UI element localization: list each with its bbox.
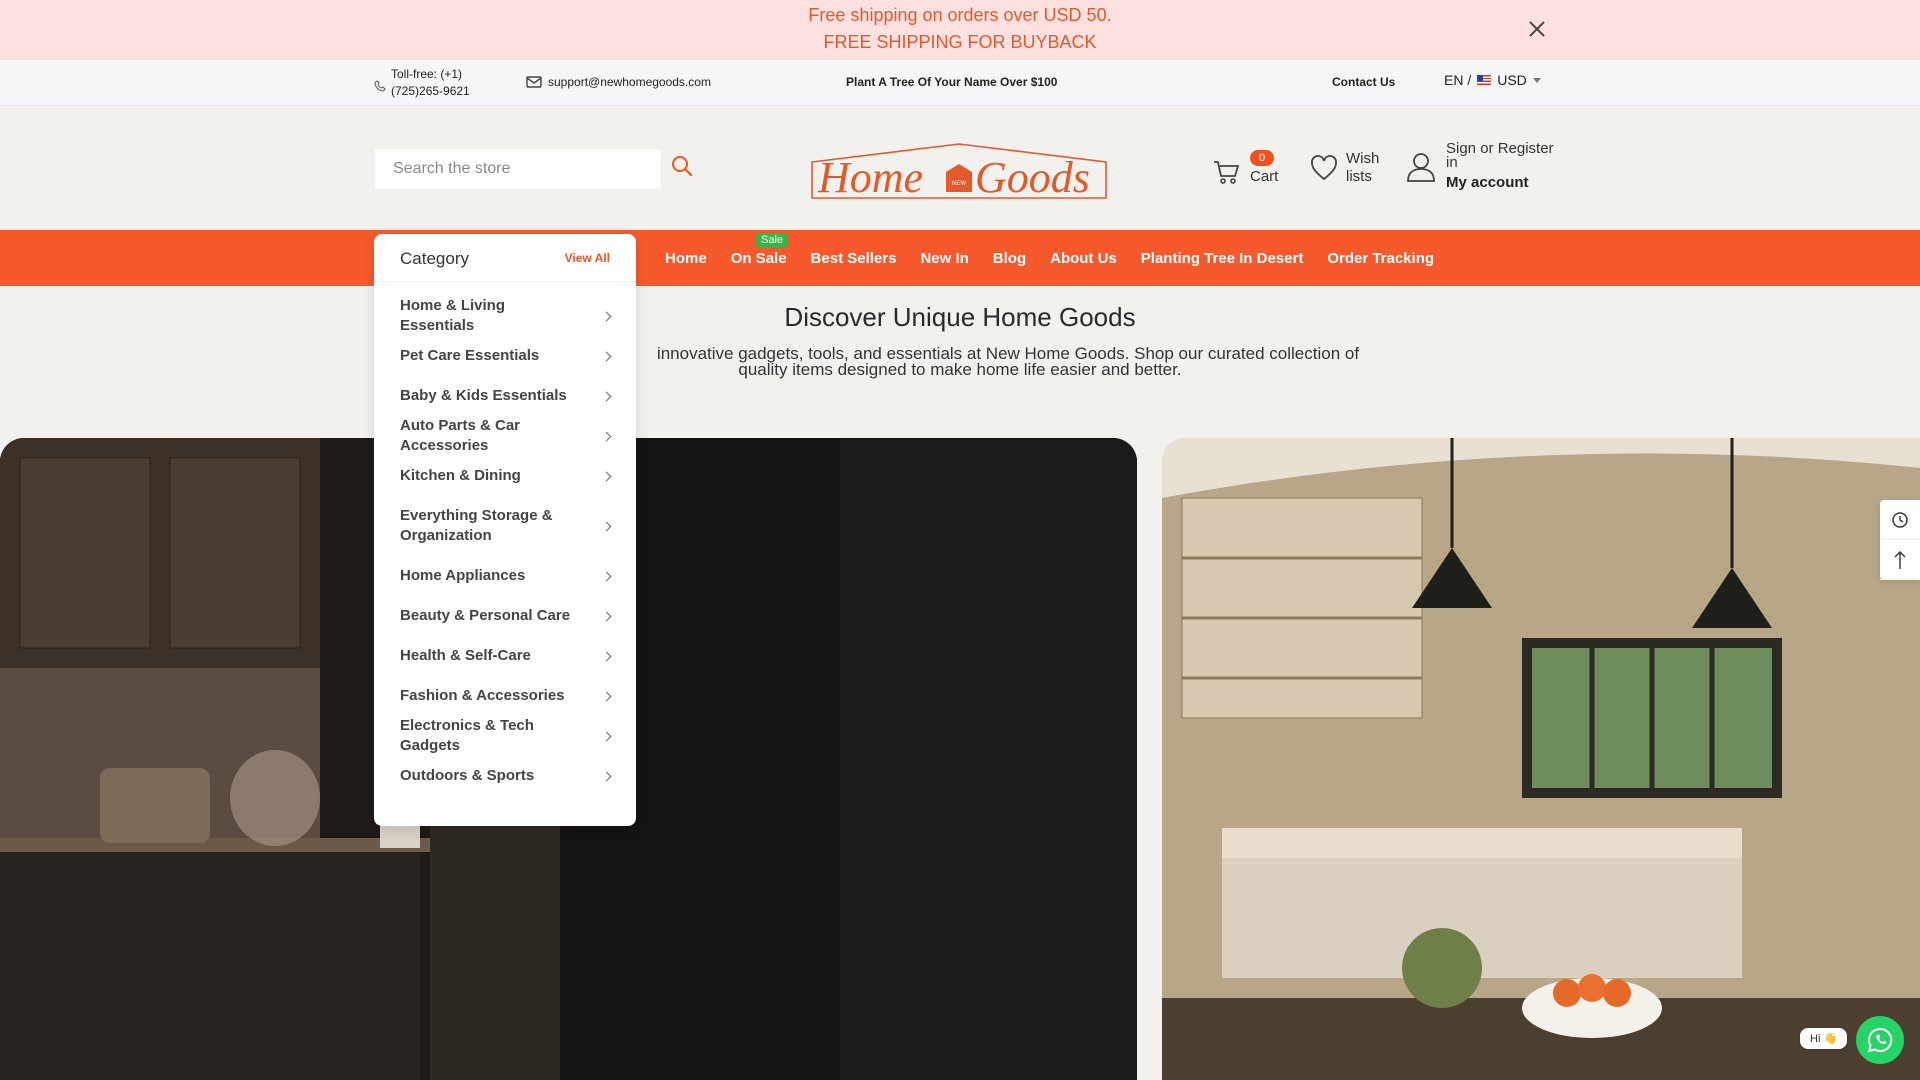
category-item[interactable]: Beauty & Personal Care bbox=[374, 596, 636, 636]
logo-text-home: Home bbox=[817, 153, 923, 200]
category-item[interactable]: Home & Living Essentials bbox=[374, 296, 636, 336]
nav-about-us[interactable]: About Us bbox=[1050, 250, 1117, 267]
nav-order-tracking[interactable]: Order Tracking bbox=[1327, 250, 1434, 267]
category-item[interactable]: Electronics & Tech Gadgets bbox=[374, 716, 636, 756]
cart-button[interactable]: 0 Cart bbox=[1212, 150, 1278, 186]
mail-icon bbox=[526, 76, 542, 88]
user-icon bbox=[1407, 152, 1435, 182]
chevron-right-icon bbox=[601, 731, 612, 741]
chevron-right-icon bbox=[601, 521, 612, 531]
search-button[interactable] bbox=[670, 154, 700, 184]
phone-line-2: (725)265-9621 bbox=[391, 84, 470, 98]
main-nav: Home On Sale Best Sellers New In Blog Ab… bbox=[0, 230, 1920, 286]
whatsapp-button[interactable] bbox=[1856, 1016, 1904, 1064]
hero-subtitle-line-2: quality items designed to make home life… bbox=[738, 360, 1182, 379]
whatsapp-icon bbox=[1867, 1027, 1893, 1053]
announcement-line-2: FREE SHIPPING FOR BUYBACK bbox=[823, 32, 1097, 52]
arrow-up-icon bbox=[1894, 550, 1906, 569]
us-flag-icon bbox=[1477, 75, 1492, 85]
category-item[interactable]: Kitchen & Dining bbox=[374, 456, 636, 496]
site-header: Search the store Home NEW Goods 0 Cart W… bbox=[0, 106, 1920, 230]
plant-tree-promo[interactable]: Plant A Tree Of Your Name Over $100 bbox=[846, 75, 1057, 89]
nav-planting-tree[interactable]: Planting Tree In Desert bbox=[1141, 250, 1304, 267]
chevron-right-icon bbox=[601, 391, 612, 401]
floating-side-buttons bbox=[1880, 500, 1920, 580]
chevron-right-icon bbox=[601, 651, 612, 661]
chevron-right-icon bbox=[601, 311, 612, 321]
view-all-link[interactable]: View All bbox=[565, 251, 610, 265]
category-item[interactable]: Everything Storage & Organization bbox=[374, 496, 636, 556]
currency-label: USD bbox=[1497, 72, 1527, 88]
contact-us-link[interactable]: Contact Us bbox=[1332, 75, 1395, 89]
nav-best-sellers[interactable]: Best Sellers bbox=[811, 250, 897, 267]
chevron-right-icon bbox=[601, 351, 612, 361]
account-signin-label-cont: in bbox=[1446, 154, 1458, 171]
hero-subtitle: innovative gadgets, tools, and essential… bbox=[0, 345, 1920, 379]
category-menu: Category View All Home & Living Essentia… bbox=[374, 234, 636, 826]
wish-label-1: Wish bbox=[1346, 150, 1380, 167]
hero-title: Discover Unique Home Goods bbox=[784, 302, 1136, 332]
chat-greeting-bubble[interactable]: Hi 👋 bbox=[1800, 1028, 1848, 1049]
heart-icon bbox=[1311, 155, 1337, 181]
phone-icon bbox=[374, 80, 386, 92]
account-signin-label: Sign or Register bbox=[1446, 140, 1554, 157]
search-icon bbox=[672, 156, 693, 177]
category-header: Category View All bbox=[374, 234, 636, 282]
announcement-line-1: Free shipping on orders over USD 50. bbox=[808, 5, 1112, 25]
support-email[interactable]: support@newhomegoods.com bbox=[526, 75, 711, 89]
category-item[interactable]: Baby & Kids Essentials bbox=[374, 376, 636, 416]
locale-selector[interactable]: EN / USD bbox=[1444, 72, 1541, 88]
wish-label-2: lists bbox=[1346, 168, 1372, 185]
back-to-top-button[interactable] bbox=[1880, 540, 1920, 580]
chevron-right-icon bbox=[601, 771, 612, 781]
sale-badge: Sale bbox=[756, 233, 789, 247]
my-account-label: My account bbox=[1446, 174, 1529, 191]
category-item[interactable]: Pet Care Essentials bbox=[374, 336, 636, 376]
category-item[interactable]: Fashion & Accessories bbox=[374, 676, 636, 716]
phone-line-1: Toll-free: (+1) bbox=[391, 67, 463, 81]
category-item[interactable]: Home Appliances bbox=[374, 556, 636, 596]
recently-viewed-button[interactable] bbox=[1880, 500, 1920, 540]
cart-icon bbox=[1214, 161, 1240, 184]
cart-label: Cart bbox=[1250, 168, 1279, 185]
toll-free-phone[interactable]: Toll-free: (+1) (725)265-9621 bbox=[374, 66, 470, 100]
close-icon[interactable] bbox=[1526, 18, 1548, 40]
wish-lists-button[interactable]: Wish lists bbox=[1310, 150, 1379, 186]
announcement-bar: Free shipping on orders over USD 50. FRE… bbox=[0, 0, 1920, 60]
email-text: support@newhomegoods.com bbox=[548, 75, 711, 89]
logo-text-goods: Goods bbox=[975, 153, 1090, 200]
kitchen-day-illustration bbox=[1162, 438, 1920, 1080]
nav-new-in[interactable]: New In bbox=[920, 250, 968, 267]
home-goods-logo[interactable]: Home NEW Goods bbox=[808, 142, 1110, 200]
chevron-right-icon bbox=[601, 691, 612, 701]
nav-on-sale[interactable]: On Sale bbox=[731, 250, 787, 267]
nav-blog[interactable]: Blog bbox=[993, 250, 1026, 267]
chevron-down-icon bbox=[1532, 77, 1541, 83]
chevron-right-icon bbox=[601, 611, 612, 621]
category-item[interactable]: Outdoors & Sports bbox=[374, 756, 636, 796]
cart-count-badge: 0 bbox=[1250, 150, 1275, 166]
search-input[interactable]: Search the store bbox=[374, 148, 662, 190]
logo-badge: NEW bbox=[952, 181, 966, 187]
language-label: EN / bbox=[1444, 72, 1472, 88]
hero-image-kitchen-day[interactable] bbox=[1162, 438, 1920, 1080]
info-bar: Toll-free: (+1) (725)265-9621 support@ne… bbox=[0, 60, 1920, 106]
category-title: Category bbox=[400, 249, 469, 268]
chevron-right-icon bbox=[601, 471, 612, 481]
category-item[interactable]: Health & Self-Care bbox=[374, 636, 636, 676]
nav-home[interactable]: Home bbox=[665, 250, 707, 267]
chevron-right-icon bbox=[601, 571, 612, 581]
category-item[interactable]: Auto Parts & Car Accessories bbox=[374, 416, 636, 456]
history-icon bbox=[1892, 511, 1908, 528]
account-button[interactable]: Sign or Register in My account bbox=[1406, 140, 1554, 191]
category-list: Home & Living Essentials Pet Care Essent… bbox=[374, 296, 636, 796]
